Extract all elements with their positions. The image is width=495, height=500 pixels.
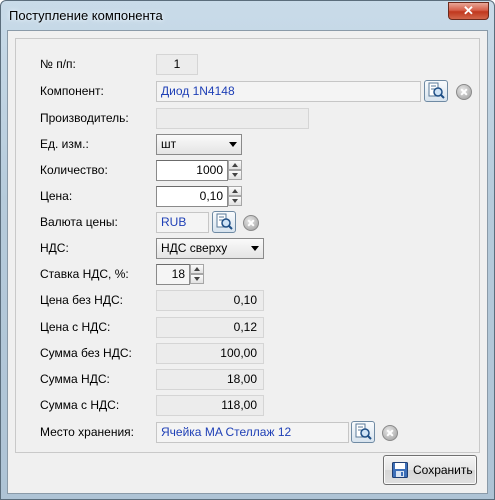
component-clear-button[interactable] <box>456 84 472 100</box>
sum-no-vat-label: Сумма без НДС: <box>40 346 132 360</box>
floppy-icon <box>392 462 408 478</box>
unit-select[interactable]: шт <box>156 134 242 155</box>
lookup-icon <box>216 213 233 230</box>
sum-with-vat-label: Сумма с НДС: <box>40 398 120 412</box>
stepper-down-icon[interactable] <box>228 170 242 180</box>
storage-label: Место хранения: <box>40 425 134 439</box>
price-label: Цена: <box>40 189 73 203</box>
sum-vat-value: 18,00 <box>156 369 264 390</box>
close-icon: ✕ <box>463 3 474 18</box>
close-button[interactable]: ✕ <box>448 2 489 20</box>
unit-label: Ед. изм.: <box>40 137 89 151</box>
price-no-vat-label: Цена без НДС: <box>40 293 123 307</box>
manufacturer-value <box>156 108 309 129</box>
vat-rate-label: Ставка НДС, %: <box>40 267 129 281</box>
quantity-stepper[interactable] <box>228 160 242 181</box>
number-value: 1 <box>156 54 198 75</box>
component-field[interactable]: Диод 1N4148 <box>156 81 421 102</box>
currency-lookup-button[interactable] <box>212 211 236 233</box>
sum-no-vat-value: 100,00 <box>156 343 264 364</box>
price-no-vat-value: 0,10 <box>156 290 264 311</box>
title-bar[interactable]: Поступление компонента ✕ <box>1 1 494 30</box>
vat-rate-input[interactable]: 18 <box>156 264 190 285</box>
storage-clear-button[interactable] <box>382 425 398 441</box>
quantity-input[interactable]: 1000 <box>156 160 228 181</box>
currency-label: Валюта цены: <box>40 215 118 229</box>
stepper-down-icon[interactable] <box>190 274 204 284</box>
unit-selected-value: шт <box>161 137 177 151</box>
vat-label: НДС: <box>40 241 69 255</box>
form-panel: № п/п: 1 Компонент: Диод 1N4148 Производ… <box>15 38 480 453</box>
stepper-up-icon[interactable] <box>190 264 204 274</box>
currency-clear-button[interactable] <box>243 215 259 231</box>
stepper-up-icon[interactable] <box>228 186 242 196</box>
component-label: Компонент: <box>40 84 104 98</box>
vat-selected-value: НДС сверху <box>161 241 228 255</box>
vat-select[interactable]: НДС сверху <box>156 238 264 259</box>
price-vat-value: 0,12 <box>156 317 264 338</box>
stepper-up-icon[interactable] <box>228 160 242 170</box>
chevron-down-icon <box>251 246 259 251</box>
storage-lookup-button[interactable] <box>351 421 375 443</box>
save-button[interactable]: Сохранить <box>383 455 477 485</box>
vat-rate-stepper[interactable] <box>190 264 204 285</box>
currency-field[interactable]: RUB <box>156 212 209 233</box>
manufacturer-label: Производитель: <box>40 111 129 125</box>
storage-field[interactable]: Ячейка MA Стеллаж 12 <box>156 422 349 443</box>
save-button-label: Сохранить <box>413 463 473 477</box>
window-title: Поступление компонента <box>9 8 163 23</box>
price-input[interactable]: 0,10 <box>156 186 228 207</box>
chevron-down-icon <box>229 142 237 147</box>
dialog-window: Поступление компонента ✕ № п/п: 1 Компон… <box>0 0 495 500</box>
component-lookup-button[interactable] <box>424 80 448 102</box>
stepper-down-icon[interactable] <box>228 196 242 206</box>
sum-vat-label: Сумма НДС: <box>40 372 110 386</box>
quantity-label: Количество: <box>40 163 108 177</box>
price-stepper[interactable] <box>228 186 242 207</box>
number-label: № п/п: <box>40 57 76 71</box>
lookup-icon <box>428 82 445 99</box>
price-vat-label: Цена с НДС: <box>40 320 111 334</box>
lookup-icon <box>355 423 372 440</box>
dialog-body: № п/п: 1 Компонент: Диод 1N4148 Производ… <box>7 30 488 494</box>
sum-with-vat-value: 118,00 <box>156 395 264 416</box>
